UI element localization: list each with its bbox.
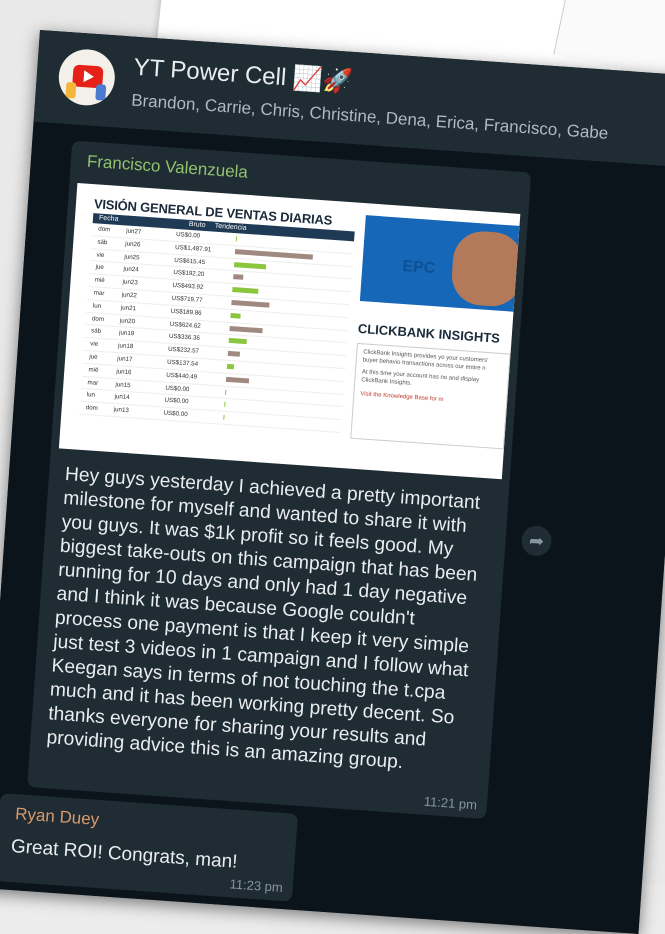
- trend-bar: [231, 300, 270, 308]
- trend-bar: [229, 325, 263, 333]
- row-value: US$615.45: [174, 256, 206, 266]
- row-value: US$1,487.91: [174, 243, 212, 254]
- row-day: sáb: [90, 327, 102, 336]
- row-day: vie: [89, 340, 99, 348]
- play-triangle-icon: [83, 70, 95, 83]
- row-day: mié: [94, 276, 105, 285]
- row-date: jun22: [121, 291, 138, 300]
- row-date: jun18: [117, 342, 134, 351]
- trend-bar: [234, 248, 314, 260]
- row-date: jun21: [120, 304, 137, 313]
- row-value: US$493.92: [172, 282, 204, 292]
- trend-bar: [226, 363, 235, 370]
- epc-label: EPC: [401, 257, 436, 278]
- trend-bar: [233, 261, 267, 269]
- person-icon: [95, 84, 107, 101]
- row-day: lun: [86, 391, 96, 400]
- trend-bar: [228, 338, 247, 345]
- row-date: jun13: [113, 406, 130, 415]
- row-date: jun17: [117, 355, 133, 364]
- sales-table: VISIÓN GENERAL DE VENTAS DIARIAS Fecha B…: [78, 196, 356, 458]
- message-time: 11:21 pm: [423, 793, 478, 813]
- row-value: US$0.00: [165, 384, 190, 393]
- chat-window: YT Power Cell 📈🚀 Brandon, Carrie, Chris,…: [0, 30, 665, 934]
- row-value: US$0.00: [163, 409, 188, 419]
- trend-bar: [232, 287, 259, 295]
- row-date: jun23: [122, 278, 138, 287]
- cb-link: Visit the Knowledge Base for m: [360, 391, 444, 404]
- message-bubble[interactable]: Francisco Valenzuela VISIÓN GENERAL DE V…: [27, 140, 532, 820]
- trend-bar: [230, 312, 241, 319]
- col-tendencia: Tendencia: [214, 222, 247, 232]
- table-rows: dom jun27 US$0.00 sáb jun26 US$1,487.91 vie jun…: [79, 223, 355, 433]
- row-day: vie: [96, 251, 105, 259]
- row-value: US$719.77: [171, 294, 203, 304]
- message-image[interactable]: VISIÓN GENERAL DE VENTAS DIARIAS Fecha B…: [58, 182, 521, 480]
- row-date: jun19: [118, 329, 135, 338]
- row-day: jue: [89, 353, 98, 361]
- row-date: jun27: [125, 227, 142, 236]
- chat-area: Francisco Valenzuela VISIÓN GENERAL DE V…: [0, 121, 665, 934]
- row-day: dom: [85, 404, 99, 413]
- row-day: mar: [93, 289, 105, 298]
- col-bruto: Bruto: [188, 220, 206, 230]
- row-value: US$192.20: [173, 269, 205, 279]
- clickbank-box: ClickBank Insights provides yo your cust…: [350, 342, 511, 450]
- group-avatar[interactable]: [56, 47, 117, 108]
- trend-bar: [223, 414, 225, 420]
- message-text: Great ROI! Congrats, man!: [10, 835, 239, 873]
- trend-bar: [225, 389, 227, 395]
- trend-bar: [233, 274, 244, 281]
- row-value: US$189.86: [170, 307, 202, 317]
- trend-bar: [227, 351, 241, 357]
- message-bubble[interactable]: Ryan Duey Great ROI! Congrats, man! 11:2…: [0, 793, 298, 902]
- row-date: jun25: [124, 253, 140, 262]
- row-date: jun15: [115, 380, 131, 389]
- col-fecha: Fecha: [98, 214, 119, 223]
- row-day: sáb: [97, 238, 108, 247]
- row-value: US$0.00: [164, 396, 189, 406]
- row-day: lun: [92, 302, 102, 310]
- trend-bar: [235, 236, 238, 242]
- message-text: Hey guys yesterday I achieved a pretty i…: [45, 463, 481, 774]
- row-date: jun16: [116, 367, 132, 376]
- row-value: US$336.36: [168, 333, 201, 343]
- row-value: US$440.49: [166, 371, 198, 381]
- row-value: US$232.57: [167, 345, 200, 356]
- row-day: dom: [91, 314, 105, 323]
- row-value: US$137.54: [166, 358, 199, 368]
- screenshot-stage: YT Power Cell 📈🚀 Brandon, Carrie, Chris,…: [0, 0, 665, 934]
- hand-image: [449, 229, 521, 309]
- row-day: dom: [98, 225, 111, 234]
- person-icon: [65, 81, 77, 99]
- row-day: mar: [87, 378, 99, 387]
- row-value: US$0.00: [175, 230, 201, 240]
- row-day: jue: [95, 263, 105, 272]
- group-title[interactable]: YT Power Cell 📈🚀: [133, 53, 354, 97]
- row-day: mié: [88, 365, 99, 374]
- row-date: jun20: [119, 316, 136, 325]
- forward-icon[interactable]: ➦: [520, 524, 553, 557]
- row-date: jun24: [123, 265, 139, 274]
- row-date: jun14: [114, 393, 130, 402]
- trend-bar: [225, 376, 250, 384]
- row-date: jun26: [125, 240, 141, 249]
- trend-bar: [224, 402, 226, 408]
- row-value: US$624.62: [169, 320, 201, 330]
- message-time: 11:23 pm: [229, 876, 284, 896]
- clickbank-title: CLICKBANK INSIGHTS: [357, 320, 501, 346]
